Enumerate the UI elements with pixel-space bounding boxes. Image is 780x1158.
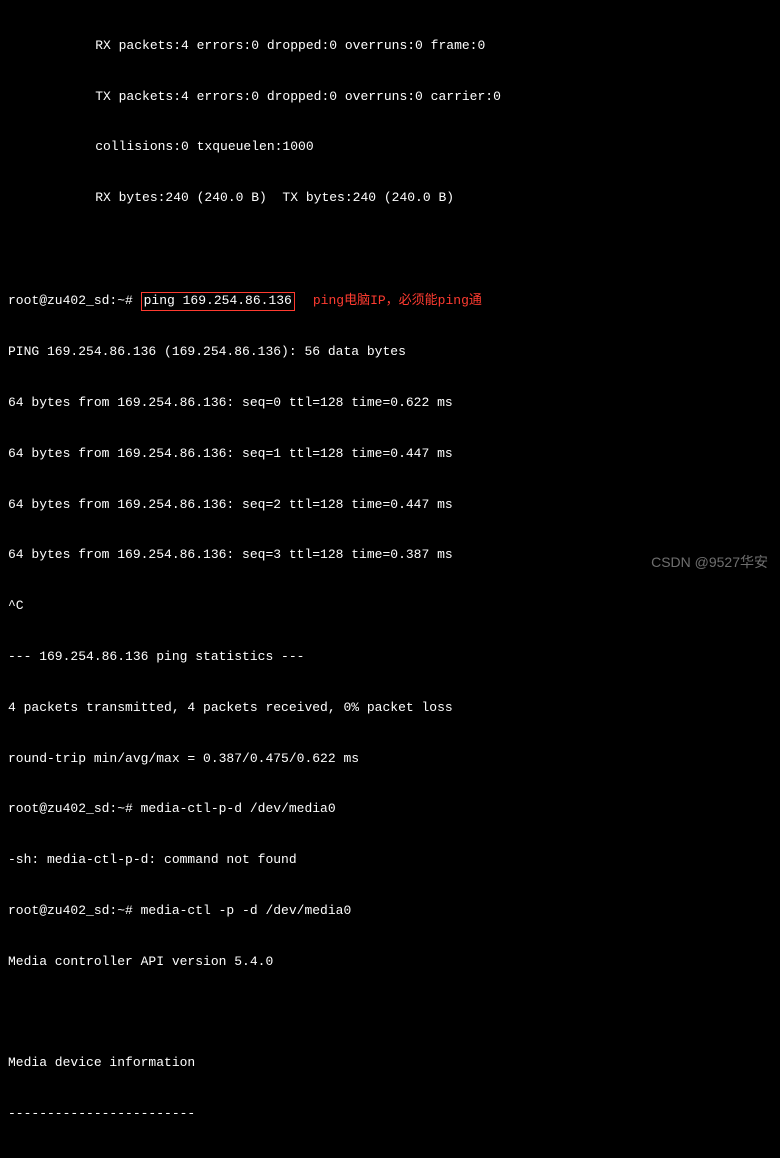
- media-info-header: Media device information: [8, 1055, 772, 1072]
- tx-packets-line: TX packets:4 errors:0 dropped:0 overruns…: [8, 89, 772, 106]
- bytes-line: RX bytes:240 (240.0 B) TX bytes:240 (240…: [8, 190, 772, 207]
- ping-stats-1: 4 packets transmitted, 4 packets receive…: [8, 700, 772, 717]
- watermark: CSDN @9527华安: [651, 553, 768, 571]
- ping-stats-2: round-trip min/avg/max = 0.387/0.475/0.6…: [8, 751, 772, 768]
- ping-stats-header: --- 169.254.86.136 ping statistics ---: [8, 649, 772, 666]
- ping-reply-0: 64 bytes from 169.254.86.136: seq=0 ttl=…: [8, 395, 772, 412]
- mediactl-cmd-2: root@zu402_sd:~# media-ctl -p -d /dev/me…: [8, 903, 772, 920]
- blank-line: [8, 241, 772, 258]
- rx-packets-line: RX packets:4 errors:0 dropped:0 overruns…: [8, 38, 772, 55]
- media-driver: driver xilinx-video: [8, 1157, 772, 1158]
- ping-break: ^C: [8, 598, 772, 615]
- mediactl-cmd-1: root@zu402_sd:~# media-ctl-p-d /dev/medi…: [8, 801, 772, 818]
- ping-header: PING 169.254.86.136 (169.254.86.136): 56…: [8, 344, 772, 361]
- ping-command-line: root@zu402_sd:~# ping 169.254.86.136 ping…: [8, 292, 772, 311]
- blank-line: [8, 1005, 772, 1022]
- ping-reply-1: 64 bytes from 169.254.86.136: seq=1 ttl=…: [8, 446, 772, 463]
- ping-reply-2: 64 bytes from 169.254.86.136: seq=2 ttl=…: [8, 497, 772, 514]
- ping-annotation: ping电脑IP，必须能ping通: [313, 293, 482, 308]
- error-line: -sh: media-ctl-p-d: command not found: [8, 852, 772, 869]
- media-info-dash: ------------------------: [8, 1106, 772, 1123]
- media-api-version: Media controller API version 5.4.0: [8, 954, 772, 971]
- shell-prompt: root@zu402_sd:~#: [8, 293, 141, 308]
- terminal-output[interactable]: RX packets:4 errors:0 dropped:0 overruns…: [8, 4, 772, 1158]
- ping-command-boxed: ping 169.254.86.136: [141, 292, 295, 311]
- collisions-line: collisions:0 txqueuelen:1000: [8, 139, 772, 156]
